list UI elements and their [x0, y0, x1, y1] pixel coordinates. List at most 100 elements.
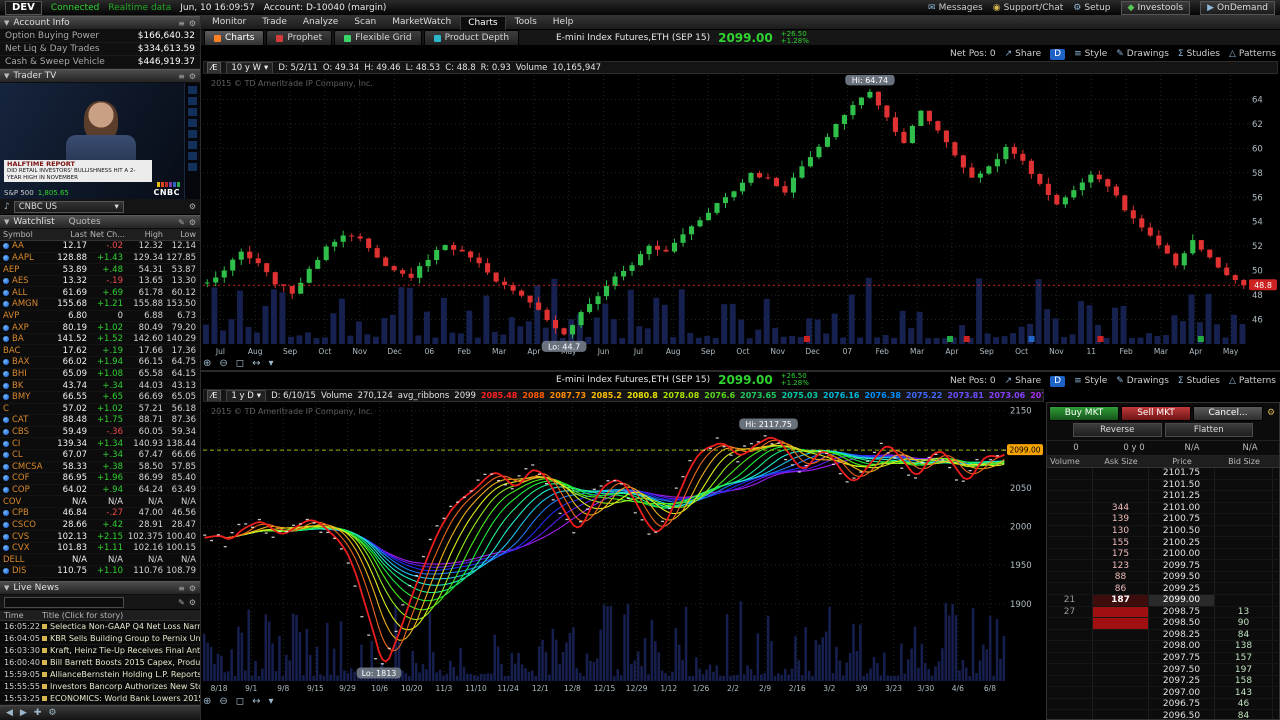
- pencil-icon[interactable]: ✎: [178, 598, 185, 607]
- watchlist-row[interactable]: AA 12.17 -.02 12.32 12.14: [0, 241, 200, 253]
- zoom-in-icon[interactable]: ⊕: [203, 696, 211, 707]
- watchlist-row[interactable]: CVX 101.83 +1.11 102.16 100.15: [0, 542, 200, 555]
- menu-item-trade[interactable]: Trade: [255, 16, 294, 29]
- ask-size-cell[interactable]: [1093, 652, 1149, 664]
- ladder-row[interactable]: 2101.50: [1047, 479, 1279, 492]
- share-button[interactable]: ↗ Share: [1005, 49, 1042, 59]
- ask-size-cell[interactable]: [1093, 606, 1149, 618]
- bid-size-cell[interactable]: [1215, 583, 1273, 595]
- bid-size-cell[interactable]: [1215, 571, 1273, 583]
- column-header[interactable]: Volume: [1047, 457, 1093, 466]
- bid-size-cell[interactable]: 46: [1215, 698, 1273, 710]
- studies-button[interactable]: Σ Studies: [1178, 376, 1220, 386]
- symbol-quote-top[interactable]: E-mini Index Futures,ETH (SEP 15) 2099.0…: [556, 30, 809, 46]
- ask-size-cell[interactable]: [1093, 468, 1149, 479]
- price-cell[interactable]: 2099.50: [1149, 571, 1215, 583]
- bid-size-cell[interactable]: [1215, 479, 1273, 491]
- stat-2[interactable]: N/A: [1163, 443, 1221, 453]
- ladder-row[interactable]: 2097.00 143: [1047, 687, 1279, 699]
- price-cell[interactable]: 2096.75: [1149, 698, 1215, 710]
- ask-size-cell[interactable]: 344: [1093, 502, 1149, 514]
- bid-size-cell[interactable]: [1215, 514, 1273, 525]
- watchlist-row[interactable]: ALL 61.69 +.69 61.78 60.12: [0, 287, 200, 300]
- stat-3[interactable]: N/A: [1221, 443, 1279, 453]
- watchlist-row[interactable]: CMCSA 58.33 +.38 58.50 57.85: [0, 461, 200, 474]
- buy-mkt-button[interactable]: Buy MKT: [1049, 405, 1119, 421]
- bid-size-cell[interactable]: [1215, 502, 1273, 514]
- ladder-row[interactable]: 2098.00 138: [1047, 641, 1279, 653]
- price-cell[interactable]: 2097.25: [1149, 675, 1215, 687]
- price-cell[interactable]: 2100.50: [1149, 525, 1215, 537]
- menu-item-charts[interactable]: Charts: [460, 15, 506, 30]
- bid-size-cell[interactable]: [1215, 468, 1273, 479]
- live-news-header[interactable]: ▼ Live News ≡ ⚙: [0, 581, 200, 595]
- watchlist-row[interactable]: CSCO 28.66 +.42 28.91 28.47: [0, 519, 200, 532]
- ondemand-button[interactable]: ▶ OnDemand: [1200, 0, 1275, 15]
- column-header[interactable]: Last: [52, 230, 90, 239]
- price-cell[interactable]: 2099.00: [1149, 595, 1215, 606]
- ladder-row[interactable]: 86 2099.25: [1047, 583, 1279, 596]
- timeframe-select[interactable]: 10 y W ▾: [226, 62, 274, 73]
- sell-mkt-button[interactable]: Sell MKT: [1121, 405, 1191, 421]
- studies-button[interactable]: Σ Studies: [1178, 49, 1220, 59]
- trader-tv-header[interactable]: ▼ Trader TV ≡ ⚙: [0, 69, 200, 83]
- price-cell[interactable]: 2098.00: [1149, 641, 1215, 652]
- ask-size-cell[interactable]: [1093, 710, 1149, 719]
- column-header[interactable]: Price: [1149, 457, 1215, 466]
- ask-size-cell[interactable]: [1093, 629, 1149, 641]
- style-button[interactable]: ≡ Style: [1074, 49, 1107, 59]
- reverse-button[interactable]: Reverse: [1073, 423, 1162, 437]
- box-icon[interactable]: ◻: [236, 358, 244, 369]
- watchlist-row[interactable]: AEP 53.89 +.48 54.31 53.87: [0, 264, 200, 276]
- price-cell[interactable]: 2101.50: [1149, 479, 1215, 491]
- gear-icon[interactable]: ⚙: [189, 218, 196, 227]
- ask-size-cell[interactable]: [1093, 664, 1149, 675]
- symbol-chip[interactable]: ⁄E: [207, 62, 222, 73]
- setup-button[interactable]: ⚙ Setup: [1073, 3, 1110, 13]
- ladder-row[interactable]: 155 2100.25: [1047, 537, 1279, 549]
- style-button[interactable]: ≡ Style: [1074, 376, 1107, 386]
- watchlist-row[interactable]: COP 64.02 +.94 64.24 63.49: [0, 484, 200, 497]
- pan-icon[interactable]: ↔: [252, 358, 260, 369]
- column-header[interactable]: Bid Size: [1215, 457, 1273, 466]
- bid-size-cell[interactable]: 157: [1215, 652, 1273, 664]
- collapse-icon[interactable]: ▼: [4, 72, 9, 80]
- news-time-column[interactable]: Time: [0, 611, 42, 620]
- patterns-button[interactable]: △ Patterns: [1229, 49, 1276, 59]
- ask-size-cell[interactable]: 175: [1093, 548, 1149, 560]
- gear-icon[interactable]: ⚙: [189, 72, 196, 81]
- price-cell[interactable]: 2099.25: [1149, 583, 1215, 595]
- bid-size-cell[interactable]: 13: [1215, 606, 1273, 618]
- collapse-icon[interactable]: ▼: [4, 218, 9, 226]
- menu-item-analyze[interactable]: Analyze: [296, 16, 345, 29]
- ladder-row[interactable]: 88 2099.50: [1047, 571, 1279, 584]
- bid-size-cell[interactable]: 138: [1215, 641, 1273, 652]
- watchlist-row[interactable]: AMGN 155.68 +1.21 155.88 153.50: [0, 299, 200, 311]
- watchlist-row[interactable]: COF 86.95 +1.96 86.99 85.40: [0, 473, 200, 485]
- symbol-quote-bottom[interactable]: E-mini Index Futures,ETH (SEP 15) 2099.0…: [556, 372, 809, 388]
- speaker-icon[interactable]: ♪: [4, 202, 10, 212]
- status-icon-1[interactable]: ▶: [20, 708, 27, 718]
- price-cell[interactable]: 2097.75: [1149, 652, 1215, 664]
- bid-size-cell[interactable]: 143: [1215, 687, 1273, 698]
- watchlist-row[interactable]: COV N/A N/A N/A N/A: [0, 496, 200, 509]
- support-chat-button[interactable]: ◉ Support/Chat: [993, 3, 1064, 13]
- tab-prophet[interactable]: Prophet: [266, 30, 333, 45]
- ask-size-cell[interactable]: 139: [1093, 514, 1149, 525]
- price-cell[interactable]: 2097.00: [1149, 687, 1215, 698]
- ladder-row[interactable]: 130 2100.50: [1047, 525, 1279, 538]
- ladder-row[interactable]: 2101.75: [1047, 468, 1279, 480]
- symbol-chip[interactable]: ⁄E: [207, 390, 222, 401]
- price-cell[interactable]: 2096.50: [1149, 710, 1215, 719]
- watchlist-row[interactable]: DIS 110.75 +1.10 110.76 108.79: [0, 566, 200, 578]
- ask-size-cell[interactable]: 130: [1093, 525, 1149, 537]
- price-chart-bottom[interactable]: 2150210020502000195019008/189/19/89/159/…: [203, 403, 1044, 693]
- column-header[interactable]: High: [126, 230, 166, 239]
- price-cell[interactable]: 2099.75: [1149, 560, 1215, 571]
- channel-select[interactable]: CNBC US ▾: [13, 200, 124, 213]
- bid-size-cell[interactable]: [1215, 595, 1273, 606]
- news-title-column[interactable]: Title (Click for story): [42, 611, 123, 620]
- news-row[interactable]: 16:04:05 KBR Sells Building Group to Pern…: [0, 633, 200, 645]
- timeframe-select[interactable]: 1 y D ▾: [226, 390, 267, 401]
- ladder-row[interactable]: 21 187 2099.00: [1047, 595, 1279, 607]
